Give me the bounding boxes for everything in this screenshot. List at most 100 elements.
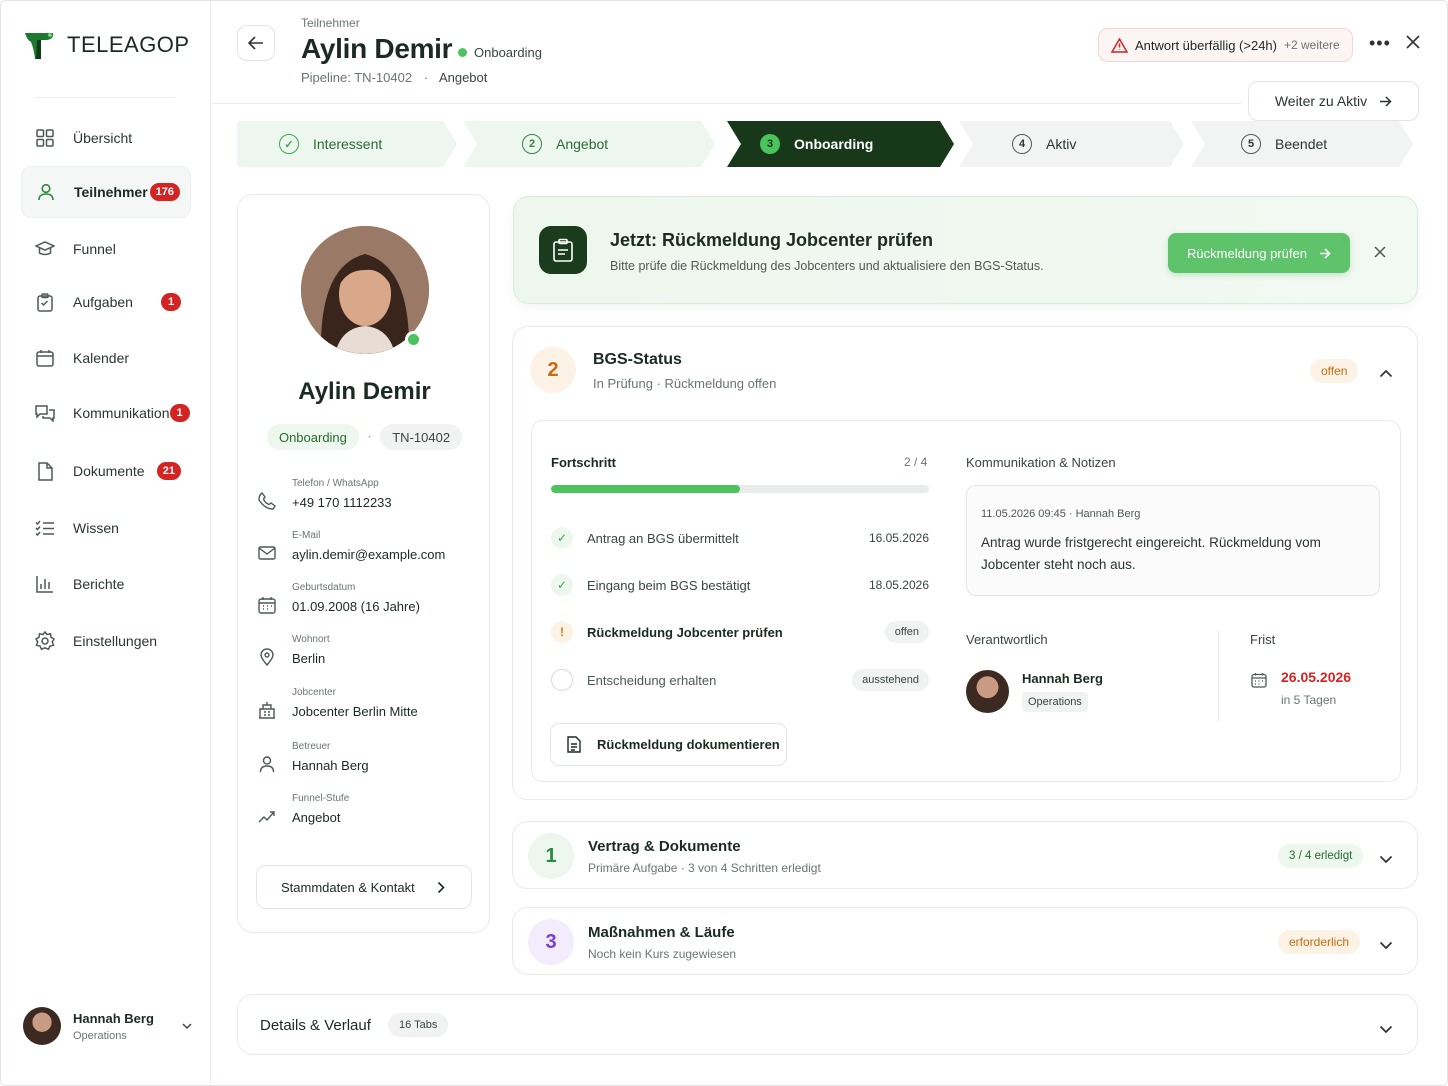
sidebar-item-label: Übersicht [73,130,133,146]
profile-name: Aylin Demir [298,378,431,405]
chevron-up-icon[interactable] [1379,365,1393,383]
tabs-count-badge: 16 Tabs [388,1013,449,1037]
deadline-relative: in 5 Tagen [1281,693,1337,707]
field-value[interactable]: +49 170 1112233 [292,495,392,510]
progress-title: Fortschritt [551,455,616,470]
section-subtitle: In Prüfung · Rückmeldung offen [593,376,777,391]
field-label: Telefon / WhatsApp [292,478,379,489]
document-feedback-button[interactable]: Rückmeldung dokumentieren [550,723,787,766]
responsible-name[interactable]: Hannah Berg [1022,671,1103,686]
step-angebot[interactable]: 2 Angebot [522,121,608,167]
sidebar-item-einstellungen[interactable]: Einstellungen [21,615,191,667]
status-text: Onboarding [474,45,542,60]
mail-icon [258,544,276,562]
avatar [966,670,1009,713]
logo-mark-icon [23,29,57,61]
master-data-button[interactable]: Stammdaten & Kontakt [256,865,472,909]
chevron-down-icon [181,1017,193,1035]
task-item[interactable]: ✓ Eingang beim BGS bestätigt 18.05.2026 [551,572,929,598]
close-icon[interactable] [1406,35,1420,54]
sidebar-item-uebersicht[interactable]: Übersicht [21,112,191,164]
profile-field-jobcenter: Jobcenter Jobcenter Berlin Mitte [258,687,478,719]
task-label: Antrag an BGS übermittelt [587,530,739,546]
pipeline-stage: Angebot [438,70,488,85]
sidebar-divider [35,97,175,98]
chevron-down-icon[interactable] [1379,1021,1393,1039]
document-icon [35,461,55,481]
profile-field-city: Wohnort Berlin [258,634,478,667]
current-user-menu[interactable]: Hannah Berg Operations [23,1007,193,1045]
clipboard-icon [35,292,55,312]
location-pin-icon [258,648,276,667]
master-data-label: Stammdaten & Kontakt [281,879,415,895]
section-measures-runs[interactable]: 3 Maßnahmen & Läufe Noch kein Kurs zugew… [512,907,1418,975]
section-title: Vertrag & Dokumente [588,838,741,855]
more-options-icon[interactable]: ••• [1369,33,1391,54]
task-item[interactable]: Entscheidung erhalten ausstehend [551,667,929,693]
chevron-down-icon[interactable] [1379,851,1393,869]
profile-card: Aylin Demir Onboarding · TN-10402 Telefo… [237,194,490,933]
sidebar-item-teilnehmer[interactable]: Teilnehmer 176 [21,166,191,218]
details-history-section[interactable]: Details & Verlauf 16 Tabs [237,994,1418,1055]
field-value: Jobcenter Berlin Mitte [292,704,418,719]
sidebar-item-aufgaben[interactable]: Aufgaben 1 [21,276,191,328]
sidebar-item-label: Einstellungen [73,633,158,649]
status-badge: Onboarding [266,424,359,450]
note-card[interactable]: 11.05.2026 09:45 · Hannah Berg Antrag wu… [966,485,1380,596]
task-item[interactable]: ✓ Antrag an BGS übermittelt 16.05.2026 [551,525,929,551]
field-label: Betreuer [292,741,331,752]
chevron-down-icon[interactable] [1379,937,1393,955]
user-icon [36,182,56,202]
status-badge: erforderlich [1278,930,1361,954]
breadcrumb[interactable]: Teilnehmer [301,16,360,30]
step-aktiv[interactable]: 4 Aktiv [1012,121,1076,167]
sidebar-item-kommunikation[interactable]: Kommunikation 1 [21,387,191,439]
next-stage-button[interactable]: Weiter zu Aktiv [1248,81,1419,121]
back-button[interactable] [237,25,275,61]
sidebar-item-label: Wissen [73,520,119,536]
progress-count: 2 / 4 [904,455,928,469]
sidebar-item-dokumente[interactable]: Dokumente 21 [21,445,191,497]
arrow-left-icon [248,36,263,50]
sidebar-item-berichte[interactable]: Berichte [21,558,191,610]
deadline-date: 26.05.2026 [1281,669,1352,685]
clipboard-check-icon [539,226,587,274]
profile-tags: Onboarding · TN-10402 [238,424,491,450]
step-beendet[interactable]: 5 Beendet [1241,121,1327,167]
count-badge: 176 [149,183,180,201]
sidebar-item-funnel[interactable]: Funnel [21,223,191,275]
section-contract-documents[interactable]: 1 Vertrag & Dokumente Primäre Aufgabe · … [512,821,1418,889]
status-indicator: Onboarding [458,45,542,60]
chevron-right-icon [437,881,445,893]
sidebar-item-wissen[interactable]: Wissen [21,502,191,554]
count-badge: 21 [156,462,181,480]
bar-chart-icon [35,574,55,594]
close-icon[interactable] [1374,245,1386,263]
step-onboarding[interactable]: 3 Onboarding [760,121,873,167]
review-feedback-button[interactable]: Rückmeldung prüfen [1168,233,1350,273]
section-subtitle: Noch kein Kurs zugewiesen [588,947,737,961]
document-feedback-label: Rückmeldung dokumentieren [597,737,780,752]
task-item-current[interactable]: ! Rückmeldung Jobcenter prüfen offen [551,619,929,645]
field-label: Funnel-Stufe [292,793,350,804]
logo[interactable]: TELEAGOP [23,29,190,61]
task-label: Eingang beim BGS bestätigt [587,577,751,593]
building-icon [258,701,276,719]
dashboard-icon [35,128,55,148]
sidebar-item-label: Dokumente [73,463,145,479]
avatar [23,1007,61,1045]
notes-title: Kommunikation & Notizen [966,455,1116,470]
document-icon [567,736,581,753]
arrow-right-icon [1380,95,1392,107]
task-label: Entscheidung erhalten [587,672,717,688]
sidebar-item-label: Teilnehmer [74,184,148,200]
step-interessent[interactable]: ✓ Interessent [279,121,382,167]
field-label: Jobcenter [292,687,336,698]
sidebar-item-label: Funnel [73,241,116,257]
next-action-banner: Jetzt: Rückmeldung Jobcenter prüfen Bitt… [513,196,1418,304]
section-subtitle: Primäre Aufgabe · 3 von 4 Schritten erle… [588,861,821,875]
empty-circle-icon [551,669,573,691]
sidebar-item-kalender[interactable]: Kalender [21,332,191,384]
overdue-alert[interactable]: Antwort überfällig (>24h) +2 weitere [1098,28,1353,62]
field-value[interactable]: aylin.demir@example.com [292,547,445,562]
